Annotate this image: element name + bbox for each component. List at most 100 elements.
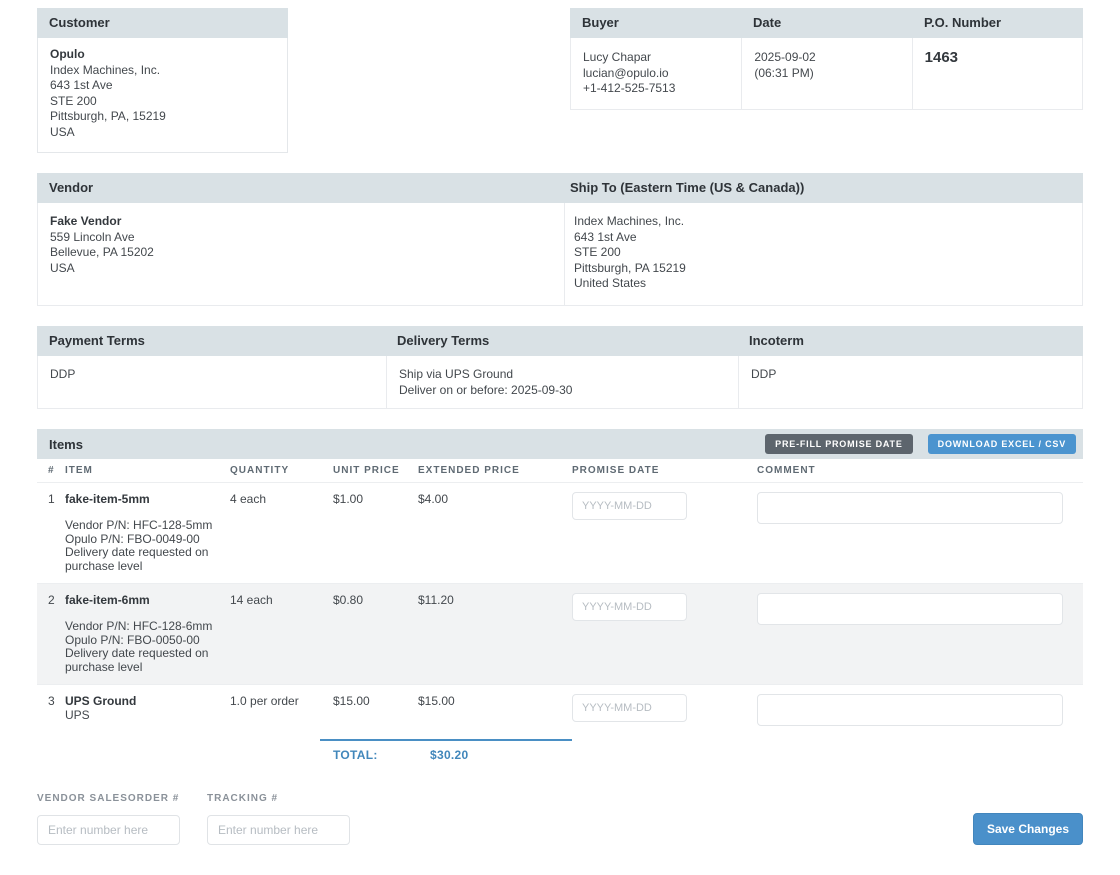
vendor-line: 559 Lincoln Ave: [50, 230, 552, 246]
order-date: 2025-09-02: [754, 50, 899, 66]
item-extended-price: $11.20: [418, 593, 572, 674]
vendor-title: Vendor: [37, 173, 1083, 203]
item-detail-line: Vendor P/N: HFC-128-5mm: [65, 519, 216, 533]
comment-cell: [757, 694, 1083, 729]
col-header-promise-date: PROMISE DATE: [572, 465, 757, 476]
customer-line: USA: [50, 125, 275, 141]
date-column-header: Date: [741, 8, 912, 38]
col-header-comment: COMMENT: [757, 465, 1083, 476]
item-detail-line: UPS: [65, 709, 216, 723]
items-section: Items PRE-FILL PROMISE DATE DOWNLOAD EXC…: [37, 429, 1083, 771]
comment-cell: [757, 492, 1083, 573]
vendor-salesorder-group: VENDOR SALESORDER #: [37, 793, 180, 845]
vendor-shipto-header: Vendor Ship To (Eastern Time (US & Canad…: [37, 173, 1083, 203]
comment-input[interactable]: [757, 694, 1063, 726]
shipto-line: STE 200: [574, 245, 1070, 261]
item-cell: fake-item-5mm Vendor P/N: HFC-128-5mm Op…: [65, 492, 230, 573]
promise-date-input[interactable]: [572, 593, 687, 621]
items-title: Items: [49, 437, 83, 452]
footer-fields: VENDOR SALESORDER # TRACKING #: [37, 793, 350, 845]
col-header-quantity: QUANTITY: [230, 465, 333, 476]
order-info-header: Buyer Date P.O. Number: [570, 8, 1083, 38]
item-details: UPS: [65, 709, 230, 723]
item-extended-price: $15.00: [418, 694, 572, 729]
shipto-address: Index Machines, Inc. 643 1st Ave STE 200…: [564, 203, 1082, 305]
vendor-name: Fake Vendor: [50, 214, 552, 230]
items-header-bar: Items PRE-FILL PROMISE DATE DOWNLOAD EXC…: [37, 429, 1083, 459]
incoterm-value: DDP: [738, 356, 1084, 408]
buyer-column-header: Buyer: [570, 8, 741, 38]
tracking-input[interactable]: [207, 815, 350, 845]
po-number-value: 1463: [925, 50, 1070, 66]
terms-body: DDP Ship via UPS Ground Deliver on or be…: [37, 356, 1083, 409]
item-details: Vendor P/N: HFC-128-5mm Opulo P/N: FBO-0…: [65, 519, 230, 573]
purchase-order-page: Customer Opulo Index Machines, Inc. 643 …: [37, 8, 1083, 875]
item-details: Vendor P/N: HFC-128-6mm Opulo P/N: FBO-0…: [65, 620, 230, 674]
vendor-address: Fake Vendor 559 Lincoln Ave Bellevue, PA…: [38, 203, 564, 305]
items-buttons: PRE-FILL PROMISE DATE DOWNLOAD EXCEL / C…: [765, 434, 1076, 454]
item-detail-line: Opulo P/N: FBO-0050-00: [65, 634, 216, 648]
prefill-promise-date-button[interactable]: PRE-FILL PROMISE DATE: [765, 434, 912, 454]
item-quantity: 1.0 per order: [230, 694, 333, 729]
top-row: Customer Opulo Index Machines, Inc. 643 …: [37, 8, 1083, 153]
comment-input[interactable]: [757, 492, 1063, 524]
item-quantity: 4 each: [230, 492, 333, 573]
customer-name: Opulo: [50, 47, 275, 63]
col-header-num: #: [37, 465, 65, 476]
order-info-body: Lucy Chapar lucian@opulo.io +1-412-525-7…: [570, 38, 1083, 110]
vendor-shipto-body: Fake Vendor 559 Lincoln Ave Bellevue, PA…: [37, 203, 1083, 306]
row-number: 1: [37, 492, 65, 573]
promise-date-input[interactable]: [572, 492, 687, 520]
vendor-line: USA: [50, 261, 552, 277]
promise-date-cell: [572, 492, 757, 573]
table-row: 1 fake-item-5mm Vendor P/N: HFC-128-5mm …: [37, 483, 1083, 583]
delivery-terms-title: Delivery Terms: [385, 326, 737, 356]
item-detail-line: Vendor P/N: HFC-128-6mm: [65, 620, 216, 634]
promise-date-cell: [572, 593, 757, 674]
customer-header: Customer: [37, 8, 288, 38]
item-name: UPS Ground: [65, 694, 230, 708]
item-cell: fake-item-6mm Vendor P/N: HFC-128-6mm Op…: [65, 593, 230, 674]
shipto-line: United States: [574, 276, 1070, 292]
vendor-salesorder-label: VENDOR SALESORDER #: [37, 793, 180, 804]
col-header-item: ITEM: [65, 465, 230, 476]
item-detail-line: Opulo P/N: FBO-0049-00: [65, 533, 216, 547]
incoterm-title: Incoterm: [737, 326, 1083, 356]
order-info-table: Buyer Date P.O. Number Lucy Chapar lucia…: [570, 8, 1083, 110]
download-excel-csv-button[interactable]: DOWNLOAD EXCEL / CSV: [928, 434, 1076, 454]
comment-input[interactable]: [757, 593, 1063, 625]
comment-cell: [757, 593, 1083, 674]
po-number-column-header: P.O. Number: [912, 8, 1083, 38]
customer-card: Customer Opulo Index Machines, Inc. 643 …: [37, 8, 288, 153]
shipto-line: 643 1st Ave: [574, 230, 1070, 246]
row-number: 3: [37, 694, 65, 729]
date-cell: 2025-09-02 (06:31 PM): [741, 38, 911, 109]
item-name: fake-item-5mm: [65, 492, 230, 506]
customer-line: STE 200: [50, 94, 275, 110]
item-cell: UPS Ground UPS: [65, 694, 230, 729]
item-extended-price: $4.00: [418, 492, 572, 573]
total-label: TOTAL:: [333, 748, 430, 762]
terms-section: Payment Terms Delivery Terms Incoterm DD…: [37, 326, 1083, 409]
vendor-line: Bellevue, PA 15202: [50, 245, 552, 261]
save-changes-button[interactable]: Save Changes: [973, 813, 1083, 845]
vendor-salesorder-input[interactable]: [37, 815, 180, 845]
shipto-line: Index Machines, Inc.: [574, 214, 1070, 230]
item-unit-price: $0.80: [333, 593, 418, 674]
row-number: 2: [37, 593, 65, 674]
col-header-unit-price: UNIT PRICE: [333, 465, 418, 476]
customer-line: Pittsburgh, PA, 15219: [50, 109, 275, 125]
total-row: TOTAL: $30.20: [37, 739, 1083, 771]
table-row: 3 UPS Ground UPS 1.0 per order $15.00 $1…: [37, 684, 1083, 739]
items-table-header: # ITEM QUANTITY UNIT PRICE EXTENDED PRIC…: [37, 459, 1083, 483]
buyer-phone: +1-412-525-7513: [583, 81, 729, 97]
po-number-cell: 1463: [912, 38, 1082, 109]
item-quantity: 14 each: [230, 593, 333, 674]
item-detail-line: Delivery date requested on purchase leve…: [65, 546, 216, 573]
payment-terms-title: Payment Terms: [37, 326, 385, 356]
customer-title: Customer: [37, 8, 288, 38]
customer-line: 643 1st Ave: [50, 78, 275, 94]
promise-date-input[interactable]: [572, 694, 687, 722]
buyer-name: Lucy Chapar: [583, 50, 729, 66]
shipto-line: Pittsburgh, PA 15219: [574, 261, 1070, 277]
